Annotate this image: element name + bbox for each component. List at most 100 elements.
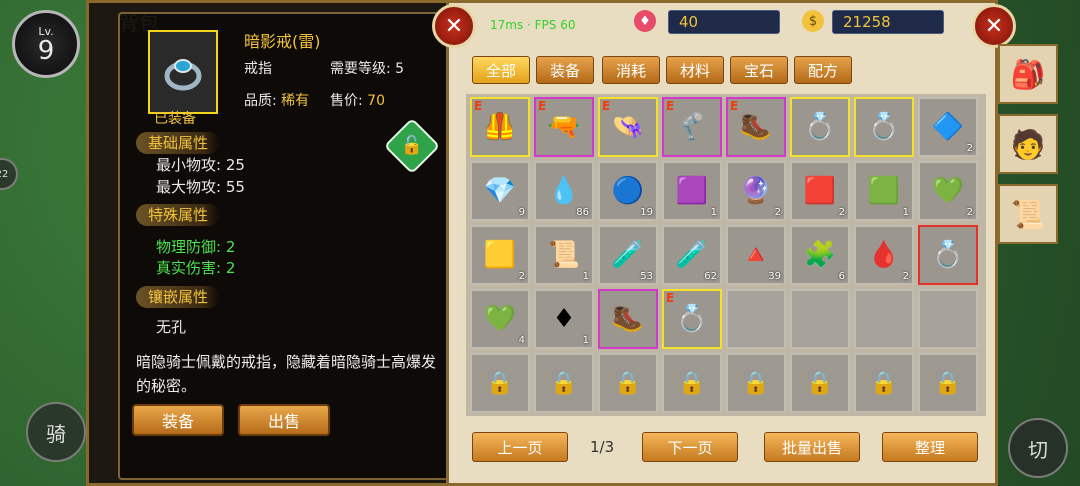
ring-icon <box>164 59 202 91</box>
page-indicator: 1/3 <box>590 438 615 456</box>
item-name: 暗影戒(雷) <box>244 32 321 51</box>
equip-button[interactable]: 装备 <box>132 404 224 436</box>
locked-slot[interactable]: 🔒 <box>470 353 530 413</box>
inventory-slot-violet-gem[interactable]: 🔮 2 <box>726 161 786 221</box>
unlock-icon: 🔓 <box>400 135 424 156</box>
water-drop-icon: 💧 <box>547 176 581 206</box>
item-count: 39 <box>768 271 781 282</box>
equipped-mark: E <box>666 291 675 305</box>
equipped-mark: E <box>730 99 739 113</box>
empty-slot[interactable] <box>790 289 850 349</box>
item-count: 86 <box>576 207 589 218</box>
item-count: 1 <box>902 207 909 218</box>
inventory-grid: 🦺 E 🔫 E 👒 E 🦿 E 🥾 E 💍 💍 🔷 2 💎 9 💧 86 🔵 19 🟪 1 🔮 2 🟥 2 🟩 1 💚 2 🟨 2 📜 1 🧪 53 🧪… <box>466 94 986 416</box>
item-count: 2 <box>774 207 781 218</box>
ruby-icon: ♦ <box>552 304 576 334</box>
tab-all[interactable]: 全部 <box>472 56 530 84</box>
side-tab-bag[interactable]: 🎒 <box>998 44 1058 104</box>
inventory-slot-purple-gem[interactable]: 🟪 1 <box>662 161 722 221</box>
inventory-slot-blue-orb[interactable]: 🔵 19 <box>598 161 658 221</box>
inventory-slot-ruby-drop[interactable]: 🩸 2 <box>854 225 914 285</box>
shadow-ring-icon: 💍 <box>675 304 709 334</box>
inventory-slot-silver-ring[interactable]: 💍 <box>854 97 914 157</box>
inventory-slot-purple-shard[interactable]: 🔺 39 <box>726 225 786 285</box>
item-count: 4 <box>518 335 525 346</box>
inventory-slot-ruby[interactable]: ♦ 1 <box>534 289 594 349</box>
level-badge[interactable]: Lv. 9 <box>12 10 80 78</box>
inventory-slot-shadow-ring[interactable]: 💍 E <box>662 289 722 349</box>
tab-consumable[interactable]: 消耗 <box>602 56 660 84</box>
lock-icon: 🔒 <box>934 370 962 396</box>
inventory-slot-green-gem[interactable]: 🟩 1 <box>854 161 914 221</box>
side-tab-quest[interactable]: 📜 <box>998 184 1058 244</box>
item-count: 6 <box>838 271 845 282</box>
inventory-slot-scroll[interactable]: 📜 1 <box>534 225 594 285</box>
close-icon: ✕ <box>984 13 1004 39</box>
locked-slot[interactable]: 🔒 <box>918 353 978 413</box>
item-required-level: 需要等级: 5 <box>330 61 405 77</box>
item-count: 2 <box>838 207 845 218</box>
inventory-slot-straw-hat[interactable]: 👒 E <box>598 97 658 157</box>
inventory-slot-quartz[interactable]: 💎 9 <box>470 161 530 221</box>
boots-icon: 🥾 <box>739 112 773 142</box>
locked-slot[interactable]: 🔒 <box>534 353 594 413</box>
inventory-slot-boots-2[interactable]: 🥾 <box>598 289 658 349</box>
straw-hat-icon: 👒 <box>611 112 645 142</box>
locked-slot[interactable]: 🔒 <box>726 353 786 413</box>
inventory-slot-water-drop[interactable]: 💧 86 <box>534 161 594 221</box>
inventory-slot-ring-red[interactable]: 💍 <box>918 225 978 285</box>
locked-slot[interactable]: 🔒 <box>854 353 914 413</box>
side-indicator-value: 22 <box>0 168 9 180</box>
inventory-slot-emerald-drop[interactable]: 💚 4 <box>470 289 530 349</box>
equipped-label: 已装备 <box>154 111 196 127</box>
inventory-slot-blue-crystal[interactable]: 🔷 2 <box>918 97 978 157</box>
switch-button[interactable]: 切 <box>1008 418 1068 478</box>
locked-slot[interactable]: 🔒 <box>790 353 850 413</box>
empty-slot[interactable] <box>726 289 786 349</box>
blue-potion-icon: 🧪 <box>611 240 645 270</box>
level-value: 9 <box>37 36 55 66</box>
emerald-icon: 💚 <box>931 176 965 206</box>
inventory-slot-blue-potion[interactable]: 🧪 53 <box>598 225 658 285</box>
inventory-slot-vest[interactable]: 🦺 E <box>470 97 530 157</box>
sort-button[interactable]: 整理 <box>882 432 978 462</box>
inventory-slot-rifle[interactable]: 🔫 E <box>534 97 594 157</box>
inventory-slot-red-gem[interactable]: 🟥 2 <box>790 161 850 221</box>
inventory-slot-red-potion[interactable]: 🧪 62 <box>662 225 722 285</box>
tab-gem[interactable]: 宝石 <box>730 56 788 84</box>
rifle-icon: 🔫 <box>547 112 581 142</box>
tab-recipe[interactable]: 配方 <box>794 56 852 84</box>
item-count: 1 <box>710 207 717 218</box>
side-tab-character[interactable]: 🧑 <box>998 114 1058 174</box>
prev-page-button[interactable]: 上一页 <box>472 432 568 462</box>
lock-icon: 🔒 <box>678 370 706 396</box>
inventory-slot-silver-ring[interactable]: 💍 <box>790 97 850 157</box>
emerald-drop-icon: 💚 <box>483 304 517 334</box>
inventory-slot-puzzle[interactable]: 🧩 6 <box>790 225 850 285</box>
sell-button[interactable]: 出售 <box>238 404 330 436</box>
empty-slot[interactable] <box>854 289 914 349</box>
silver-ring-icon: 💍 <box>803 112 837 142</box>
ride-button[interactable]: 骑 <box>26 402 86 462</box>
inventory-slot-yellow-gem[interactable]: 🟨 2 <box>470 225 530 285</box>
tab-material[interactable]: 材料 <box>666 56 724 84</box>
item-quality-label: 品质: <box>244 93 282 109</box>
inventory-slot-emerald[interactable]: 💚 2 <box>918 161 978 221</box>
item-count: 2 <box>902 271 909 282</box>
close-left-button[interactable]: ✕ <box>432 4 476 48</box>
next-page-button[interactable]: 下一页 <box>642 432 738 462</box>
inventory-slot-greaves[interactable]: 🦿 E <box>662 97 722 157</box>
locked-slot[interactable]: 🔒 <box>662 353 722 413</box>
bulk-sell-button[interactable]: 批量出售 <box>764 432 860 462</box>
lock-icon: 🔒 <box>806 370 834 396</box>
item-description: 暗隐骑士佩戴的戒指，隐藏着暗隐骑士高爆发的秘密。 <box>136 353 437 395</box>
network-ping: 17ms · FPS 60 <box>490 18 576 32</box>
inventory-slot-boots[interactable]: 🥾 E <box>726 97 786 157</box>
ruby-drop-icon: 🩸 <box>867 240 901 270</box>
unlock-toggle-button[interactable]: 🔓 <box>383 117 441 175</box>
empty-slot[interactable] <box>918 289 978 349</box>
locked-slot[interactable]: 🔒 <box>598 353 658 413</box>
tab-equipment[interactable]: 装备 <box>536 56 594 84</box>
close-right-button[interactable]: ✕ <box>972 4 1016 48</box>
item-count: 62 <box>704 271 717 282</box>
